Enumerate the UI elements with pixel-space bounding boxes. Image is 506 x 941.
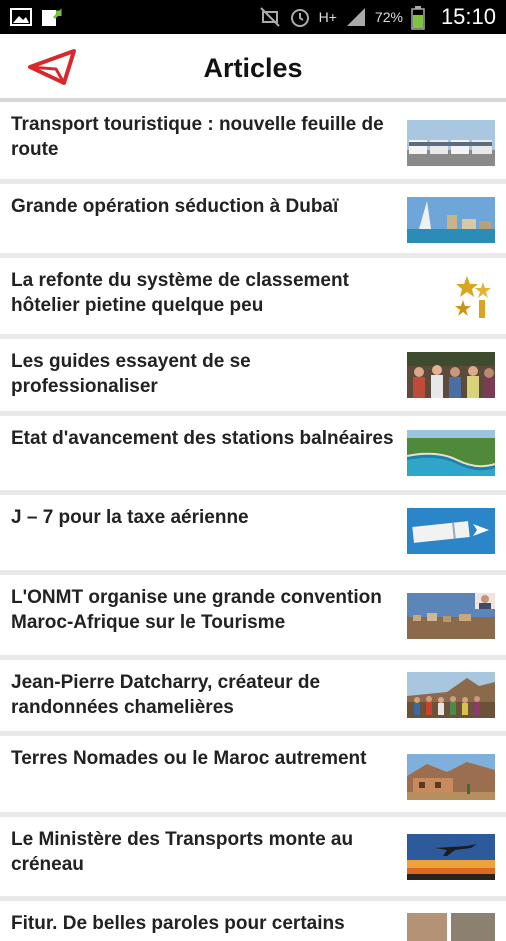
article-item[interactable]: Le Ministère des Transports monte au cré…	[0, 817, 506, 896]
article-title: Fitur. De belles paroles pour certains	[11, 913, 345, 934]
network-type: H+	[318, 9, 337, 25]
article-title: Le Ministère des Transports monte au cré…	[11, 829, 354, 875]
crowd-market-thumbnail	[407, 352, 495, 398]
article-item[interactable]: Grande opération séduction à Dubaï	[0, 184, 506, 253]
article-title: Transport touristique : nouvelle feuille…	[11, 114, 384, 160]
gold-stars-thumbnail	[407, 272, 495, 318]
article-title: Terres Nomades ou le Maroc autrement	[11, 748, 367, 769]
article-title: L'ONMT organise une grande convention Ma…	[11, 587, 382, 633]
article-item[interactable]: Jean-Pierre Datcharry, créateur de rando…	[0, 660, 506, 731]
article-item[interactable]: J – 7 pour la taxe aérienne	[0, 495, 506, 570]
article-title: Jean-Pierre Datcharry, créateur de rando…	[11, 672, 321, 718]
gallery-icon	[10, 6, 32, 28]
plane-ticket-thumbnail	[407, 508, 495, 554]
article-item[interactable]: La refonte du système de classement hôte…	[0, 258, 506, 334]
article-title: Etat d'avancement des stations balnéaire…	[11, 428, 394, 449]
article-title: Grande opération séduction à Dubaï	[11, 196, 339, 217]
article-item[interactable]: Terres Nomades ou le Maroc autrement	[0, 736, 506, 812]
coastline-aerial-thumbnail	[407, 430, 495, 476]
mute-icon	[259, 6, 281, 28]
signal-icon	[345, 6, 367, 28]
article-item[interactable]: Fitur. De belles paroles pour certains	[0, 901, 506, 941]
upload-icon	[40, 6, 62, 28]
partial-thumbnail	[407, 913, 495, 941]
article-item[interactable]: Transport touristique : nouvelle feuille…	[0, 102, 506, 179]
article-item[interactable]: L'ONMT organise une grande convention Ma…	[0, 575, 506, 655]
tour-buses-thumbnail	[407, 120, 495, 166]
alarm-icon	[289, 6, 311, 28]
article-title: Les guides essayent de se professionalis…	[11, 351, 251, 397]
hikers-group-thumbnail	[407, 672, 495, 718]
battery-icon	[411, 6, 433, 30]
desert-house-thumbnail	[407, 754, 495, 800]
article-title: La refonte du système de classement hôte…	[11, 270, 349, 316]
clock: 15:10	[440, 4, 496, 29]
dubai-skyline-thumbnail	[407, 197, 495, 243]
city-view-thumbnail	[407, 593, 495, 639]
app-bar: Articles	[0, 34, 506, 102]
status-bar: H+ 72% 15:10	[0, 0, 506, 34]
article-title: J – 7 pour la taxe aérienne	[11, 507, 249, 528]
article-item[interactable]: Etat d'avancement des stations balnéaire…	[0, 416, 506, 490]
article-item[interactable]: Les guides essayent de se professionalis…	[0, 339, 506, 411]
page-title: Articles	[203, 53, 303, 83]
airplane-sunset-thumbnail	[407, 834, 495, 880]
battery-percent: 72%	[374, 9, 403, 25]
